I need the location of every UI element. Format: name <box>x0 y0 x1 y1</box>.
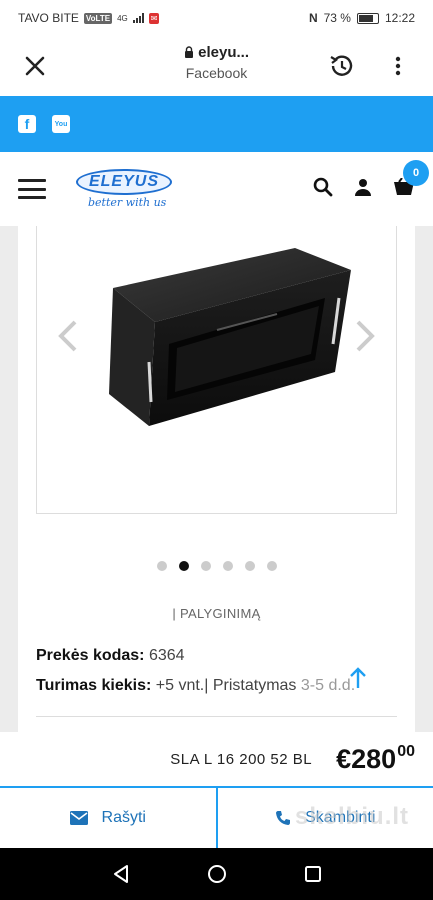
stock-label: Turimas kiekis: <box>36 677 152 694</box>
signal-icon <box>132 13 144 23</box>
logo-wordmark: ELEYUS <box>76 169 172 195</box>
browser-toolbar: eleyu... Facebook <box>0 36 433 96</box>
back-button[interactable] <box>109 862 133 886</box>
price-bar: SLA L 16 200 52 BL €280 00 <box>0 732 433 786</box>
facebook-icon[interactable]: f <box>18 115 36 133</box>
product-code-value: 6364 <box>148 647 185 664</box>
phone-icon <box>276 811 291 825</box>
site-header: ELEYUS better with us 0 <box>0 152 433 226</box>
compare-link[interactable]: | PALYGINIMĄ <box>18 606 415 621</box>
network-type: 4G <box>117 13 128 23</box>
status-bar: TAVO BITE VoLTE 4G ✉ N 73 % 12:22 <box>0 0 433 36</box>
more-options-button[interactable] <box>381 49 415 83</box>
volte-badge: VoLTE <box>83 12 113 24</box>
gallery-prev-button[interactable] <box>53 316 83 356</box>
site-logo[interactable]: ELEYUS better with us <box>76 169 172 209</box>
search-icon <box>313 177 333 196</box>
product-price: €280 00 <box>336 742 415 775</box>
page: TAVO BITE VoLTE 4G ✉ N 73 % 12:22 eleyu.… <box>0 0 433 900</box>
close-button[interactable] <box>18 49 52 83</box>
youtube-icon[interactable]: You <box>52 115 70 133</box>
call-label: Skambinti <box>305 809 376 826</box>
gallery-dots <box>18 561 415 571</box>
history-button[interactable] <box>325 49 359 83</box>
logo-tagline: better with us <box>88 196 167 209</box>
nfc-icon: N <box>308 11 318 25</box>
system-nav-bar <box>0 848 433 900</box>
product-code-label: Prekės kodas: <box>36 647 145 664</box>
menu-icon[interactable] <box>18 179 46 199</box>
close-icon <box>25 56 45 76</box>
search-button[interactable] <box>313 177 333 202</box>
notification-icon: ✉ <box>148 12 160 24</box>
gallery-dot[interactable] <box>200 561 211 571</box>
price-cents: 00 <box>397 742 415 760</box>
chevron-right-icon <box>356 320 375 352</box>
product-section: | PALYGINIMĄ Prekės kodas: 6364 Turimas … <box>0 226 433 732</box>
write-button[interactable]: Rašyti <box>0 788 216 848</box>
product-image <box>109 248 351 426</box>
divider <box>36 716 397 717</box>
call-button[interactable]: Skambinti <box>215 788 433 848</box>
gallery-dot[interactable] <box>244 561 255 571</box>
price-main: €280 <box>336 743 397 774</box>
product-sku: SLA L 16 200 52 BL <box>170 750 313 768</box>
mail-icon <box>69 811 88 825</box>
scroll-top-button[interactable] <box>348 666 368 690</box>
recents-button[interactable] <box>301 862 325 886</box>
product-code-row: Prekės kodas: 6364 <box>36 647 185 665</box>
arrow-up-icon <box>350 667 366 688</box>
delivery-value: 3-5 d.d. <box>300 677 356 694</box>
chevron-left-icon <box>58 320 77 352</box>
gallery-dot[interactable] <box>222 561 233 571</box>
product-card: | PALYGINIMĄ Prekės kodas: 6364 Turimas … <box>18 226 415 732</box>
stock-value: +5 vnt.| Pristatymas <box>155 677 297 694</box>
home-icon <box>207 865 226 883</box>
page-url: eleyu... <box>198 44 250 61</box>
stock-row: Turimas kiekis: +5 vnt.| Pristatymas 3-5… <box>36 677 355 695</box>
cart-button[interactable]: 0 <box>393 159 429 201</box>
history-icon <box>330 55 353 76</box>
battery-percent: 73 % <box>323 11 351 25</box>
back-icon <box>113 865 128 883</box>
gallery-next-button[interactable] <box>350 316 380 356</box>
gallery-dot[interactable] <box>156 561 167 571</box>
write-label: Rašyti <box>101 809 146 826</box>
gallery-dot[interactable] <box>178 561 189 571</box>
more-vert-icon <box>395 56 401 76</box>
carrier-name: TAVO BITE <box>18 11 79 25</box>
recents-icon <box>304 866 321 882</box>
social-bar: f You <box>0 96 433 152</box>
gallery-dot[interactable] <box>266 561 277 571</box>
lock-icon <box>184 46 193 58</box>
battery-icon <box>356 12 379 24</box>
product-gallery[interactable] <box>36 226 397 514</box>
cart-count-badge: 0 <box>403 159 429 186</box>
account-button[interactable] <box>355 178 371 201</box>
clock: 12:22 <box>384 11 415 25</box>
contact-bar: Rašyti Skambinti <box>0 786 433 848</box>
home-button[interactable] <box>205 862 229 886</box>
user-icon <box>355 178 371 196</box>
